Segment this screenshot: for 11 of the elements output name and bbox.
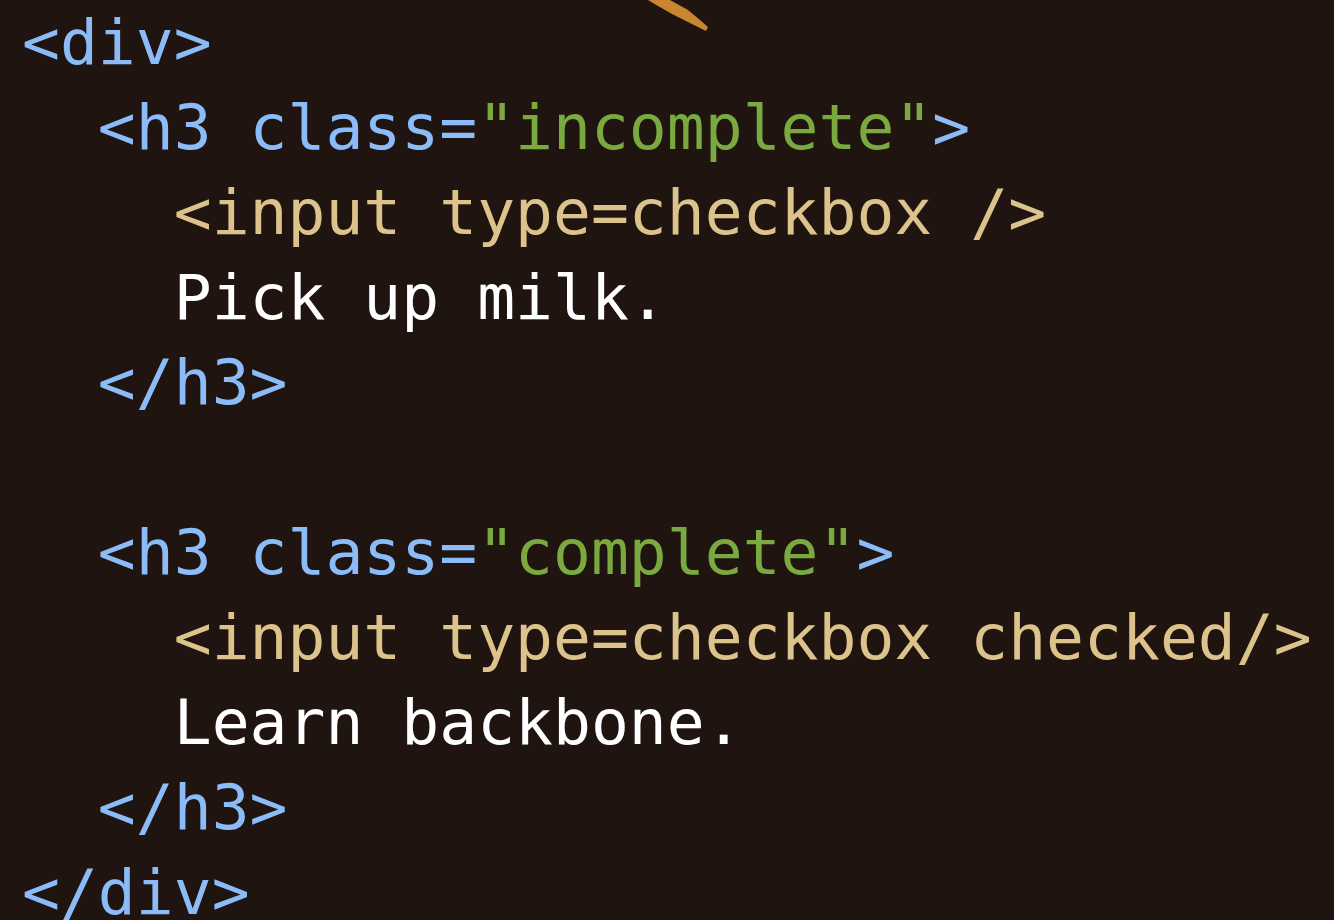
code-line: Learn backbone. (172, 685, 743, 761)
code-line: <input type=checkbox /> (172, 175, 1047, 251)
code-line: </h3> (96, 345, 288, 421)
code-line: <h3 class="complete"> (96, 515, 895, 591)
code-line: Pick up milk. (172, 260, 667, 336)
code-line: <input type=checkbox checked/> (172, 600, 1312, 676)
brush-stroke-drawing (648, 0, 710, 32)
code-line: </div> (22, 855, 250, 920)
code-line: <h3 class="incomplete"> (96, 90, 971, 166)
code-line: <div> (22, 5, 212, 81)
code-line: </h3> (96, 770, 288, 846)
